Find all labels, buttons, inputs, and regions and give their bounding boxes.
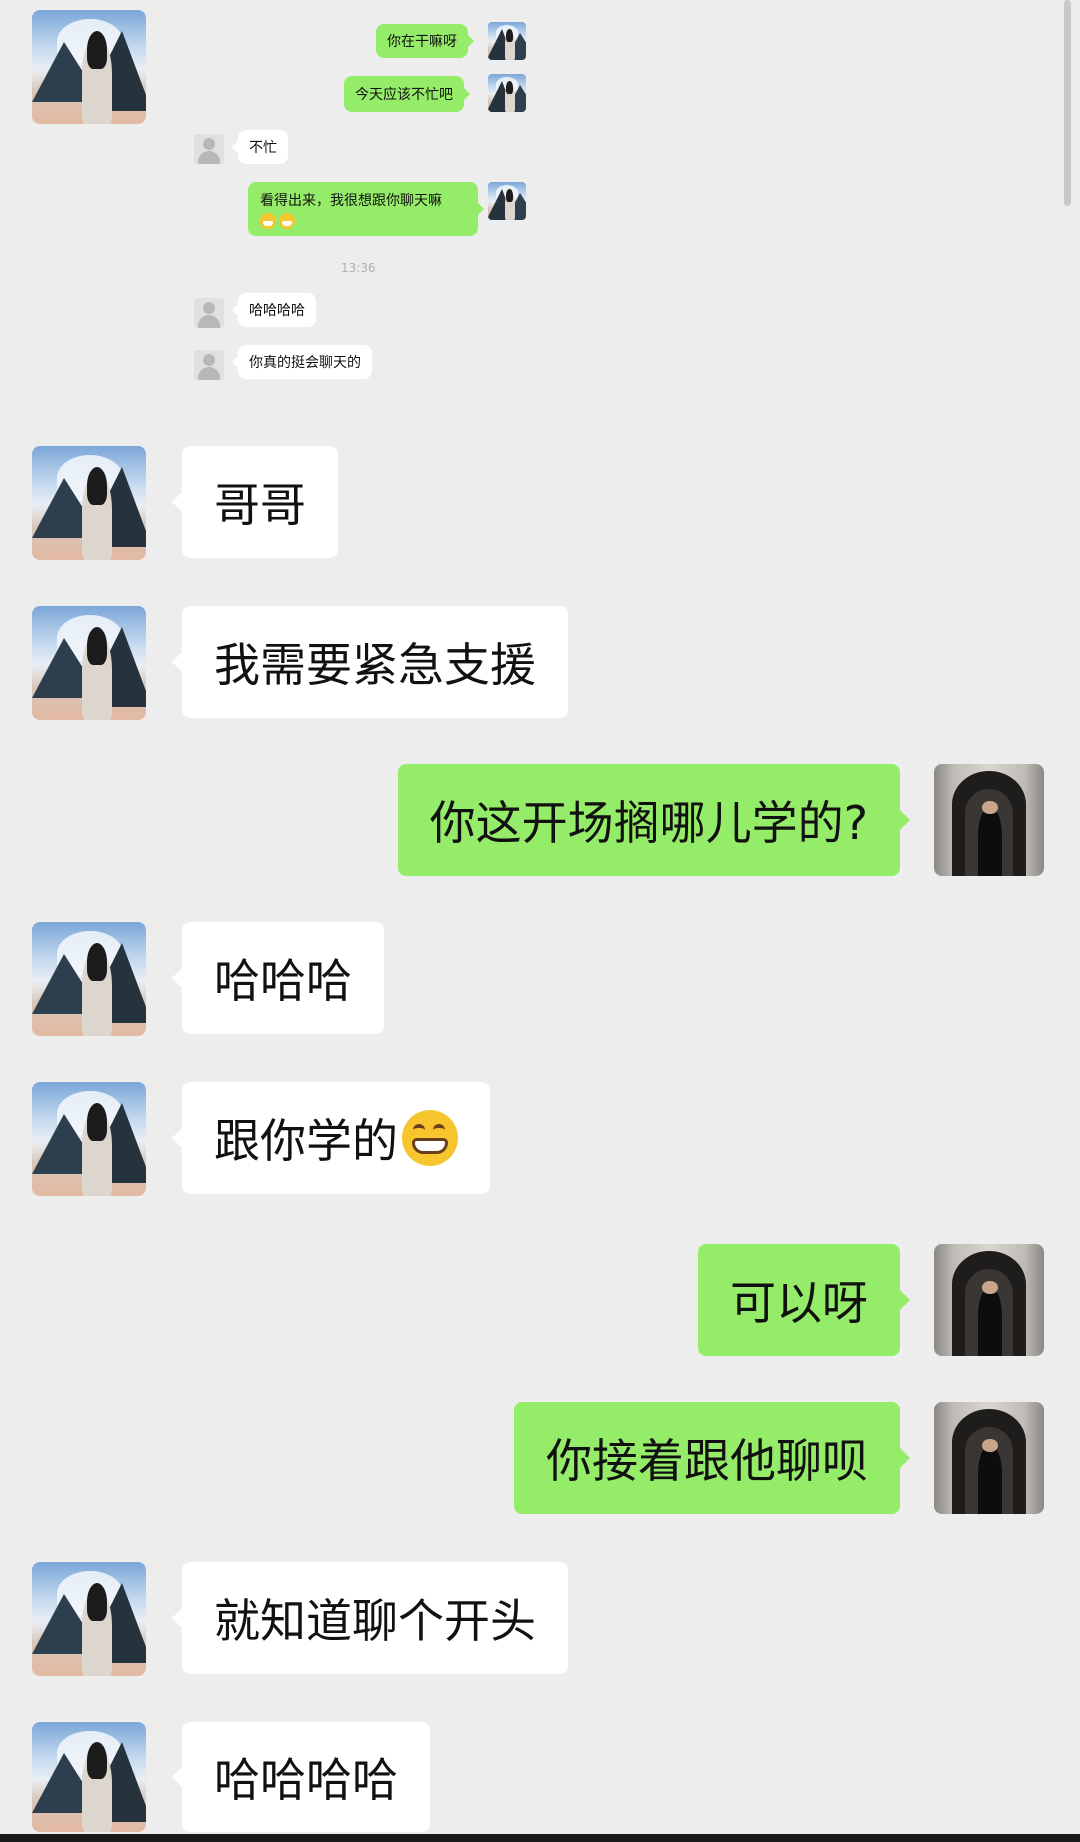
message-bubble[interactable]: 我需要紧急支援 [172, 606, 568, 718]
grin-icon [279, 212, 295, 229]
message-text: 看得出来，我很想跟你聊天嘛 [260, 192, 442, 209]
message-bubble[interactable]: 你这开场搁哪儿学的? [397, 764, 911, 876]
message-text: 哈哈哈 [214, 954, 352, 1008]
message-text: 可以呀 [730, 1276, 868, 1330]
message-bubble[interactable]: 哈哈哈哈 [172, 1722, 430, 1832]
contact-avatar[interactable] [488, 182, 526, 220]
message-text: 你接着跟他聊呗 [546, 1434, 868, 1488]
contact-avatar[interactable] [32, 922, 146, 1036]
contact-avatar[interactable] [32, 446, 146, 560]
default-avatar-icon[interactable] [194, 298, 224, 328]
default-avatar-icon[interactable] [194, 134, 224, 164]
message-bubble[interactable]: 你真的挺会聊天的 [232, 345, 372, 379]
contact-avatar[interactable] [488, 74, 526, 112]
user-avatar[interactable] [934, 1402, 1044, 1514]
message-bubble[interactable]: 你在干嘛呀 [376, 24, 474, 58]
scrollbar[interactable] [1064, 0, 1071, 206]
message-bubble[interactable]: 哈哈哈 [172, 922, 384, 1034]
grin-icon [402, 1110, 458, 1166]
message-text: 我需要紧急支援 [214, 638, 536, 692]
message-bubble[interactable]: 哥哥 [172, 446, 338, 558]
grin-icon [260, 212, 276, 229]
bottom-edge [0, 1834, 1080, 1842]
message-text: 哈哈哈哈 [249, 303, 305, 319]
message-bubble[interactable]: 不忙 [232, 130, 288, 164]
message-text: 你真的挺会聊天的 [249, 355, 361, 371]
message-bubble[interactable]: 跟你学的 [172, 1082, 490, 1194]
message-text: 你在干嘛呀 [387, 34, 457, 50]
contact-avatar[interactable] [488, 22, 526, 60]
contact-avatar[interactable] [32, 1722, 146, 1832]
timestamp: 13:36 [341, 261, 376, 275]
user-avatar[interactable] [934, 1244, 1044, 1356]
message-text: 今天应该不忙吧 [355, 87, 453, 103]
contact-avatar[interactable] [32, 1082, 146, 1196]
contact-avatar[interactable] [32, 10, 146, 124]
message-text: 你这开场搁哪儿学的? [429, 796, 868, 850]
message-bubble[interactable]: 可以呀 [698, 1244, 910, 1356]
message-bubble[interactable]: 你接着跟他聊呗 [514, 1402, 910, 1514]
default-avatar-icon[interactable] [194, 350, 224, 380]
message-bubble[interactable]: 哈哈哈哈 [232, 293, 316, 327]
contact-avatar[interactable] [32, 1562, 146, 1676]
message-text: 哥哥 [214, 478, 306, 532]
message-bubble[interactable]: 今天应该不忙吧 [344, 76, 470, 112]
message-text: 就知道聊个开头 [214, 1594, 536, 1648]
message-bubble[interactable]: 就知道聊个开头 [172, 1562, 568, 1674]
user-avatar[interactable] [934, 764, 1044, 876]
contact-avatar[interactable] [32, 606, 146, 720]
message-text: 不忙 [249, 140, 277, 156]
message-bubble[interactable]: 看得出来，我很想跟你聊天嘛 [248, 182, 484, 236]
message-text: 哈哈哈哈 [214, 1753, 398, 1807]
message-text: 跟你学的 [214, 1114, 398, 1168]
